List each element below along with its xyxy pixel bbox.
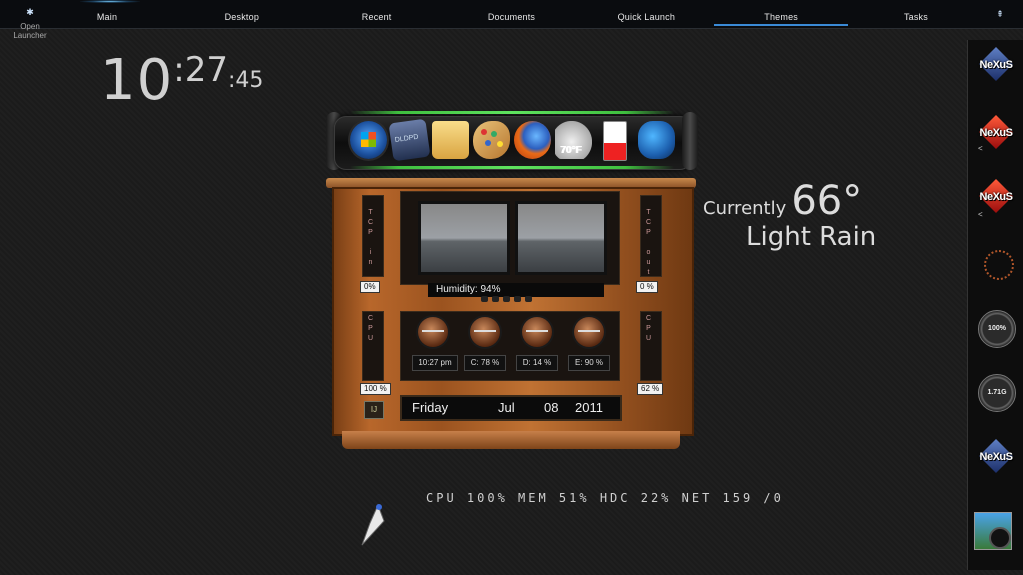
clock-minutes: :27 [173, 50, 228, 90]
system-stats-line: CPU 100% MEM 51% HDC 22% NET 159 /0 [426, 491, 784, 505]
tab-themes[interactable]: Themes [714, 12, 849, 26]
tab-documents[interactable]: Documents [444, 12, 578, 26]
camera-icon[interactable] [974, 512, 1012, 550]
weather-temp: 66° [791, 178, 863, 224]
gauge-c-drive [470, 317, 500, 347]
dock-icons: 70°F [350, 118, 675, 162]
sidebar-item-nexus-2[interactable]: < NeXuS [976, 114, 1016, 162]
tab-recent[interactable]: Recent [310, 12, 444, 26]
menu-tabs: Main Desktop Recent Documents Quick Laun… [40, 12, 983, 26]
clock-hours: 10 [100, 48, 174, 113]
slot-d-drive: D: 14 % [516, 355, 558, 371]
cpu-pct-right: 62 % [637, 383, 664, 395]
tab-desktop[interactable]: Desktop [175, 12, 309, 26]
battery-icon[interactable] [603, 121, 627, 161]
gauge-time [418, 317, 448, 347]
sidebar-item-nexus-3[interactable]: < NeXuS [976, 178, 1016, 226]
tcp-in-label: TCP in [367, 209, 374, 269]
firefox-icon[interactable] [514, 121, 551, 159]
dock-right-cap [682, 112, 698, 170]
dial-gauge-icon: 1.71G [978, 374, 1016, 412]
tcp-out-pct: 0 % [636, 281, 658, 293]
cpu-label-left: CPU [367, 315, 374, 345]
tab-tasks[interactable]: Tasks [849, 12, 983, 26]
date-year: 2011 [575, 400, 603, 415]
gauge-d-drive [522, 317, 552, 347]
cpu-label-right: CPU [645, 315, 652, 345]
tab-main[interactable]: Main [40, 12, 174, 26]
mouse-cursor-icon [361, 503, 385, 546]
nexus-logo-icon: NeXuS [976, 439, 1016, 473]
nexus-logo-icon: NeXuS [976, 47, 1016, 81]
small-app-icon[interactable]: IJ [364, 401, 384, 419]
collapse-up-icon[interactable]: ⇞ [995, 9, 1005, 19]
settings-gear-icon[interactable] [638, 121, 675, 159]
paint-palette-icon[interactable] [473, 121, 510, 159]
dotted-ring-icon [984, 250, 1014, 280]
cpu-pct-left: 100 % [360, 383, 391, 395]
dock-top-glow [350, 111, 674, 114]
sidebar-item-dial-1[interactable]: 100% [976, 306, 1016, 354]
monitor-screen-left [418, 201, 510, 275]
gauge-e-drive [574, 317, 604, 347]
top-menu-bar: ✱ Open Launcher Main Desktop Recent Docu… [0, 0, 1023, 40]
sidebar-item-ring[interactable] [976, 242, 1016, 290]
dock-bottom-glow [350, 166, 674, 169]
desktop-clock: 10:27:45 [100, 48, 263, 113]
monitor-screen-right [515, 201, 607, 275]
dial-gauge-icon: 100% [978, 310, 1016, 348]
dock: 70°F [326, 110, 698, 172]
tcp-in-pct: 0% [360, 281, 380, 293]
date-date: 08 [544, 400, 559, 415]
sidebar-item-dial-2[interactable]: 1.71G [976, 370, 1016, 418]
clock-seconds: :45 [227, 68, 264, 93]
dial-1-value: 100% [988, 325, 1006, 332]
sidebar-item-nexus-1[interactable]: NeXuS [976, 46, 1016, 94]
cabinet-base [342, 431, 680, 449]
windows-start-icon[interactable] [350, 121, 387, 159]
date-display: Friday Jul 08 2011 [400, 395, 622, 421]
right-sidebar: NeXuS < NeXuS < NeXuS 100% 1.71G NeXuS [967, 40, 1023, 570]
weather-condition: Light Rain [746, 222, 877, 252]
weather-prefix: Currently [703, 198, 787, 219]
sidebar-item-nexus-4[interactable]: NeXuS [976, 438, 1016, 486]
humidity-readout: Humidity: 94% [428, 283, 604, 297]
active-glow [80, 0, 140, 3]
dial-2-value: 1.71G [987, 389, 1007, 396]
weather-widget: Currently 66° Light Rain [703, 178, 876, 252]
weather-cloud-icon[interactable]: 70°F [555, 121, 592, 159]
slot-e-drive: E: 90 % [568, 355, 610, 371]
date-month: Jul [498, 400, 515, 415]
droid-icon[interactable] [388, 118, 431, 162]
tcp-out-label: TCP out [645, 209, 652, 279]
indicator-dots [481, 296, 532, 302]
tab-quick-launch[interactable]: Quick Launch [579, 12, 713, 26]
slot-c-drive: C: 78 % [464, 355, 506, 371]
date-day: Friday [412, 400, 449, 415]
nexus-logo-red-icon: NeXuS [976, 179, 1016, 213]
weather-icon-temp: 70°F [560, 145, 582, 156]
nexus-logo-red-icon: NeXuS [976, 115, 1016, 149]
folder-icon[interactable] [432, 121, 469, 159]
slot-time: 10:27 pm [412, 355, 458, 371]
system-monitor-cabinet: TCP in 0% TCP out 0 % Humidity: 94% CPU … [326, 175, 696, 457]
